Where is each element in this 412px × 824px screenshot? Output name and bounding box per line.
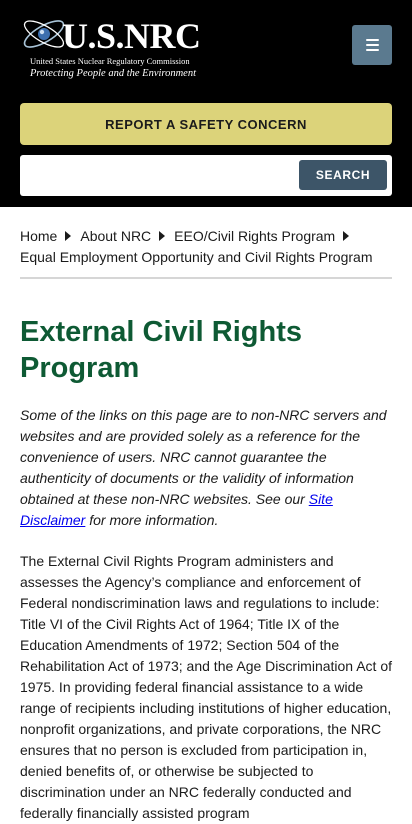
search-button[interactable]: SEARCH xyxy=(299,160,387,190)
search-box: SEARCH xyxy=(20,155,392,196)
menu-button[interactable] xyxy=(352,25,392,65)
caret-right-icon xyxy=(65,231,72,241)
breadcrumb-home[interactable]: Home xyxy=(20,228,57,244)
logo-wordmark: U.S.NRC xyxy=(62,16,201,56)
menu-icon xyxy=(365,39,379,51)
body-paragraph: The External Civil Rights Program admini… xyxy=(20,553,393,821)
search-input[interactable] xyxy=(20,155,290,196)
site-header: U.S.NRC United States Nuclear Regulatory… xyxy=(0,0,412,207)
breadcrumb-about-nrc[interactable]: About NRC xyxy=(80,228,151,244)
page-title: External Civil Rights Program xyxy=(20,316,303,384)
caret-right-icon xyxy=(159,231,166,241)
breadcrumb-current[interactable]: Equal Employment Opportunity and Civil R… xyxy=(20,249,373,265)
nrc-logo[interactable]: U.S.NRC United States Nuclear Regulatory… xyxy=(18,10,218,82)
breadcrumb-eeo-civil-rights[interactable]: EEO/Civil Rights Program xyxy=(174,228,335,244)
breadcrumb: Home About NRC EEO/Civil Rights Program Eq… xyxy=(20,226,392,268)
logo-subtitle: United States Nuclear Regulatory Commiss… xyxy=(30,56,190,66)
breadcrumb-divider xyxy=(20,277,392,279)
report-safety-concern-button[interactable]: REPORT A SAFETY CONCERN xyxy=(20,103,392,145)
logo-tagline: Protecting People and the Environment xyxy=(30,68,197,79)
disclaimer-text: Some of the links on this page are to no… xyxy=(20,407,387,528)
caret-right-icon xyxy=(343,231,350,241)
